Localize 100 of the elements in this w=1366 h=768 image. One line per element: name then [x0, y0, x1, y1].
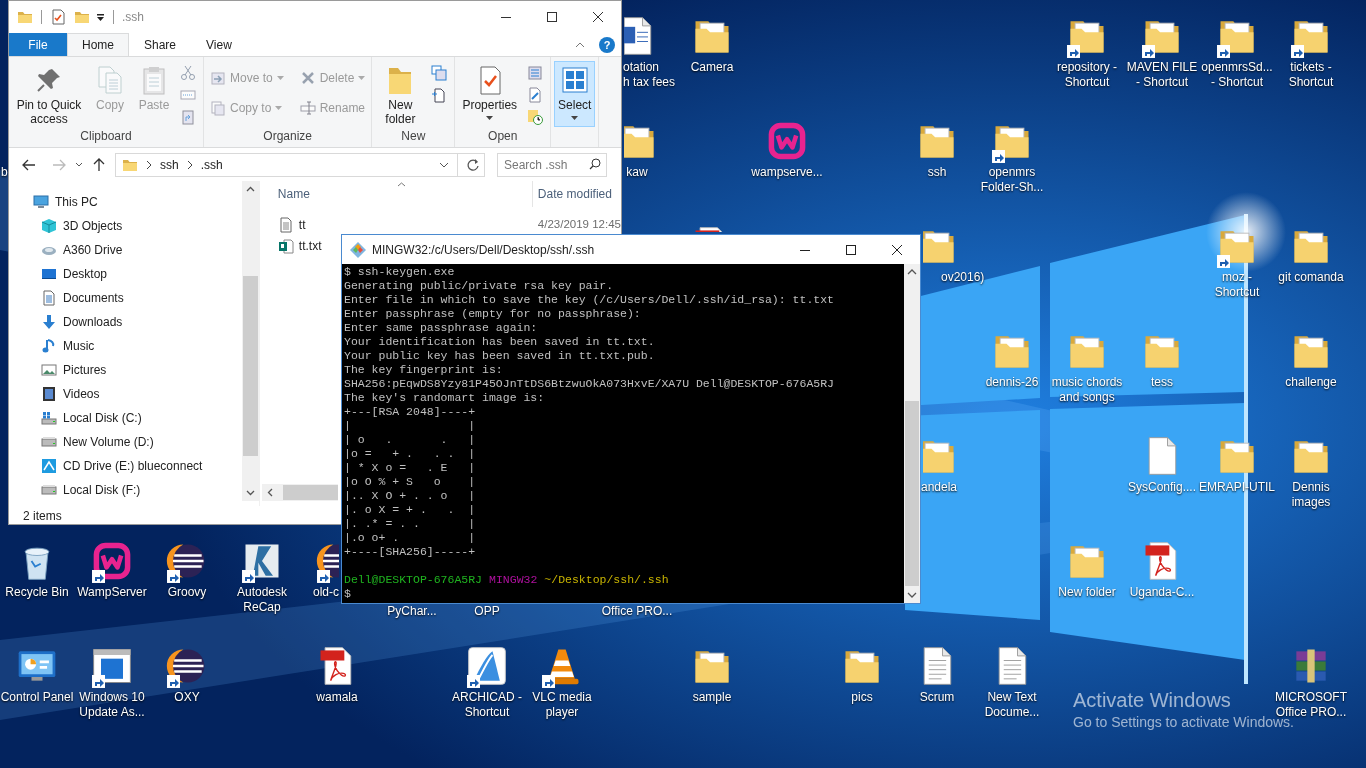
icon-label[interactable]: ov2016): [941, 270, 985, 285]
icon-label[interactable]: Recycle Bin: [5, 585, 69, 600]
dropdown-caret-icon: [276, 76, 284, 80]
icon-label[interactable]: New Text Docume...: [974, 690, 1050, 720]
nav-item[interactable]: 3D Objects: [9, 214, 242, 238]
icon-label[interactable]: kaw: [626, 165, 648, 180]
nav-item[interactable]: New Volume (D:): [9, 430, 242, 454]
prompt-path: ~/Desktop/ssh/.ssh: [544, 573, 669, 587]
terminal-line: Enter passphrase (empty for no passphrase):: [344, 307, 641, 321]
nav-item[interactable]: Videos: [9, 382, 242, 406]
icon-label[interactable]: music chords and songs: [1049, 375, 1125, 405]
breadcrumb-item[interactable]: ssh: [160, 155, 179, 174]
diamond-logo-icon[interactable]: [350, 241, 366, 258]
new-folder-button[interactable]: New folder: [375, 61, 426, 127]
terminal-line: |. o X = + . . |: [344, 503, 476, 517]
file-menu-tab[interactable]: File: [9, 33, 67, 56]
file-name[interactable]: tt.txt: [298, 236, 322, 255]
nav-item[interactable]: Local Disk (F:): [9, 478, 242, 502]
ribbon-group-label: Open: [487, 128, 519, 145]
icon-label[interactable]: otation h tax fees: [623, 60, 676, 90]
activation-title: Activate Windows: [1073, 688, 1231, 712]
icon-label[interactable]: b: [1, 165, 8, 180]
file-name[interactable]: tt: [298, 215, 306, 234]
icon-label[interactable]: Office PRO...: [601, 604, 673, 619]
ribbon-tab[interactable]: View: [191, 33, 247, 56]
icon-label[interactable]: tickets - Shortcut: [1273, 60, 1349, 90]
terminal-line: | o . . |: [344, 433, 476, 447]
nav-item[interactable]: Local Disk (C:): [9, 406, 242, 430]
up-button[interactable]: [91, 156, 107, 173]
icon-label[interactable]: Windows 10 Update As...: [74, 690, 150, 720]
icon-label[interactable]: git comanda: [1278, 270, 1344, 285]
icon-label[interactable]: OXY: [174, 690, 200, 705]
icon-label[interactable]: ARCHICAD - Shortcut: [449, 690, 525, 720]
icon-label[interactable]: repository - Shortcut: [1049, 60, 1125, 90]
download-arrow-icon: [41, 314, 57, 330]
icon-label[interactable]: WampServer: [77, 585, 147, 600]
icon-label[interactable]: OPP: [474, 604, 500, 619]
properties-icon[interactable]: [50, 9, 66, 25]
help-button[interactable]: ?: [599, 37, 615, 53]
customize-dropdown-icon[interactable]: [96, 12, 105, 22]
ribbon-tab[interactable]: Home: [67, 33, 129, 56]
search-field[interactable]: Search .ssh: [497, 153, 607, 177]
icon-label[interactable]: MAVEN FILE - Shortcut: [1124, 60, 1200, 90]
scrollbar-thumb[interactable]: [242, 276, 258, 456]
address-bar[interactable]: ssh .ssh: [115, 152, 485, 177]
nav-item[interactable]: Music: [9, 334, 242, 358]
icon-label[interactable]: Groovy: [167, 585, 207, 600]
icon-label[interactable]: wampserve...: [751, 165, 823, 180]
scrollbar[interactable]: [241, 181, 259, 501]
scrollbar[interactable]: [904, 264, 920, 603]
nav-item[interactable]: Pictures: [9, 358, 242, 382]
move-icon: [210, 70, 226, 86]
icon-label[interactable]: Dennis images: [1273, 480, 1349, 510]
close-icon: [593, 12, 603, 22]
nav-item[interactable]: A360 Drive: [9, 238, 242, 262]
page-icon[interactable]: [431, 87, 448, 103]
icon-label[interactable]: Scrum: [919, 690, 955, 705]
recent-locations-button[interactable]: [75, 161, 83, 168]
window-title: .ssh: [122, 9, 144, 26]
breadcrumb-item[interactable]: .ssh: [200, 155, 223, 174]
select-button[interactable]: Select: [554, 61, 596, 127]
icon-label[interactable]: Autodesk ReCap: [224, 585, 300, 615]
archicad-logo-icon[interactable]: [465, 644, 509, 688]
stacked-windows-icon[interactable]: [431, 65, 448, 81]
icon-label[interactable]: Camera: [690, 60, 734, 75]
pin-button[interactable]: Pin to Quick access: [12, 61, 86, 127]
nav-item[interactable]: Desktop: [9, 262, 242, 286]
column-header[interactable]: Date modified: [532, 181, 612, 207]
chevron-right-icon: [146, 160, 152, 169]
column-header[interactable]: Name: [259, 181, 533, 207]
clock-icon[interactable]: [527, 109, 544, 125]
ribbon-tab[interactable]: Share: [129, 33, 192, 56]
nav-item[interactable]: Documents: [9, 286, 242, 310]
nav-item[interactable]: Downloads: [9, 310, 242, 334]
icon-label[interactable]: challenge: [1285, 375, 1337, 390]
refresh-button[interactable]: [466, 157, 480, 172]
pencil-page-icon[interactable]: [527, 87, 544, 103]
icon-label[interactable]: wamala: [316, 690, 358, 705]
nav-item[interactable]: CD Drive (E:) blueconnect: [9, 454, 242, 478]
horizontal-scrollbar[interactable]: [261, 484, 338, 501]
icon-label[interactable]: sample: [692, 690, 732, 705]
collapse-ribbon-icon[interactable]: [575, 42, 585, 48]
icon-label[interactable]: PyChar...: [387, 604, 437, 619]
address-dropdown-icon[interactable]: [439, 161, 449, 168]
clipboard-icon[interactable]: [180, 109, 196, 125]
terminal-input-line[interactable]: $: [344, 587, 351, 601]
icon-label[interactable]: openmrsSd... - Shortcut: [1199, 60, 1275, 90]
text-field-icon[interactable]: [180, 87, 196, 103]
properties-button[interactable]: Properties: [458, 61, 522, 127]
music-note-icon: [41, 338, 57, 354]
scrollbar-thumb[interactable]: [905, 401, 919, 586]
nav-item[interactable]: This PC: [9, 190, 242, 214]
icon-label[interactable]: VLC media player: [524, 690, 600, 720]
icon-label[interactable]: ssh: [927, 165, 947, 180]
dropdown-caret-icon: [358, 76, 366, 80]
icon-label[interactable]: pics: [851, 690, 873, 705]
icon-label[interactable]: Control Panel: [0, 690, 74, 705]
icon-label[interactable]: openmrs Folder-Sh...: [974, 165, 1050, 195]
scrollbar-thumb[interactable]: [282, 485, 338, 500]
icon-label[interactable]: old-c: [313, 585, 339, 600]
